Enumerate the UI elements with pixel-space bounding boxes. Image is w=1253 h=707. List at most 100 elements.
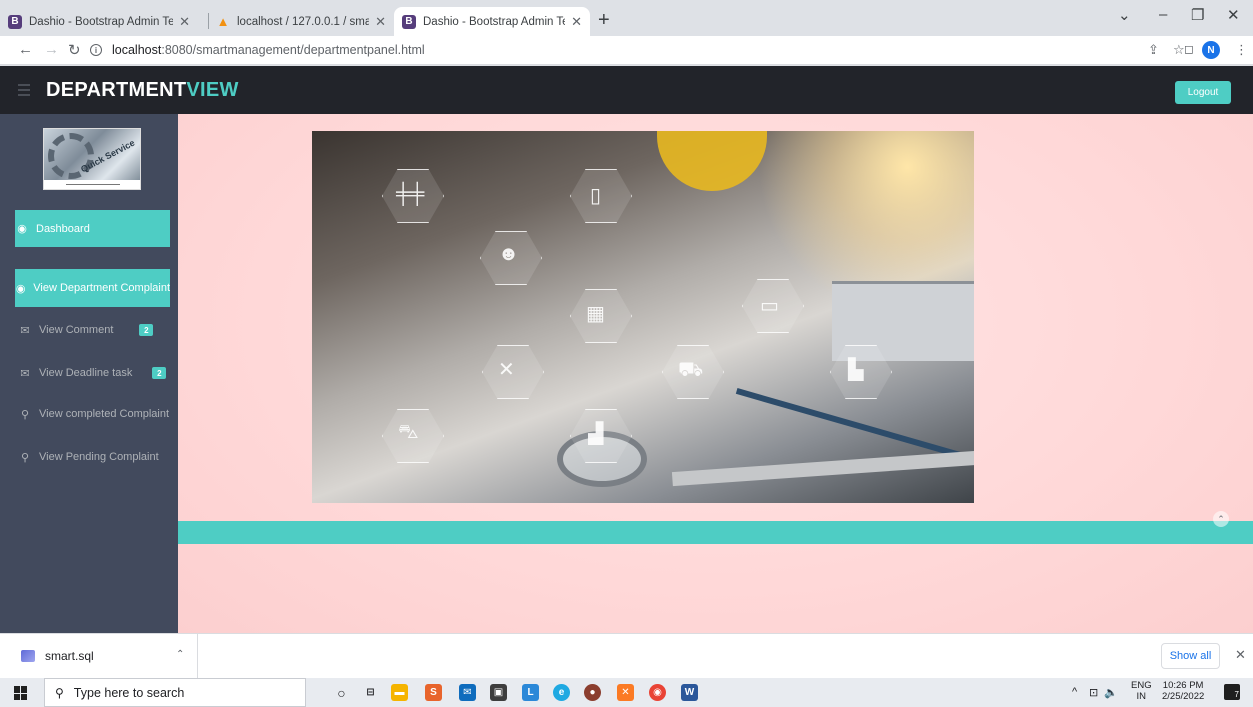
sidebar-toggle-icon[interactable] [18,84,30,99]
chevron-up-icon[interactable]: ⌃ [176,649,184,660]
browser-tab-1[interactable]: B Dashio - Bootstrap Admin Templ ✕ [0,7,198,36]
minimize-window-icon[interactable]: – [1159,6,1167,23]
chrome-icon[interactable]: ◉ [649,684,666,701]
region-code: IN [1136,691,1147,702]
sidebar-item-label: View Deadline task [39,367,133,379]
factory-icon: ▙ [848,359,864,381]
file-explorer-icon[interactable]: ▬ [391,684,408,701]
clock-date: 2/25/2022 [1162,691,1205,702]
download-bar: smart.sql ⌃ Show all ✕ [0,633,1253,678]
close-tab-icon[interactable]: ✕ [179,14,190,30]
new-tab-button[interactable]: + [598,9,610,32]
site-info-icon[interactable]: i [90,44,102,56]
browser-menu-icon[interactable]: ⋮ [1235,42,1248,58]
show-hidden-icons-chevron-icon[interactable]: ^ [1072,686,1077,698]
volume-icon[interactable]: 🔈 [1104,686,1118,699]
sidebar-item-dashboard[interactable]: ◉ Dashboard [15,210,170,247]
url-path: :8080/smartmanagement/departmentpanel.ht… [161,43,425,57]
sidebar-item-view-comment[interactable]: ✉ View Comment 2 [0,320,178,340]
tab-title: Dashio - Bootstrap Admin Templ [29,15,174,28]
notification-count: 7 [1234,690,1239,699]
notification-center-icon[interactable]: 7 [1224,684,1240,700]
map-marker-icon: ⚲ [20,451,30,464]
profile-avatar[interactable]: N [1202,41,1220,59]
sidebar-item-label: View Comment [39,324,114,336]
bootstrap-favicon-icon: B [8,14,22,29]
sidebar-item-label: Dashboard [36,222,90,235]
share-icon[interactable]: ⇪ [1148,42,1159,58]
building-icon: ▯ [590,185,602,207]
scroll-to-top-icon[interactable]: ⌃ [1213,511,1229,527]
logout-button[interactable]: Logout [1175,81,1231,104]
close-download-bar-icon[interactable]: ✕ [1235,647,1246,663]
bricks-icon: ▦ [586,303,605,325]
taskbar-search-input[interactable]: ⚲ Type here to search [44,678,306,707]
xampp-icon[interactable]: ✕ [617,684,634,701]
task-view-icon[interactable]: ⊟ [362,684,379,701]
sublime-text-icon[interactable]: S [425,684,442,701]
clock[interactable]: 10:26 PM 2/25/2022 [1162,680,1204,702]
bookmark-star-icon[interactable]: ☆ [1173,42,1185,58]
windows-start-icon[interactable] [14,686,28,700]
show-all-downloads-button[interactable]: Show all [1161,643,1220,669]
search-icon: ⚲ [55,685,64,700]
wheelbarrow-icon: ⛍ [398,421,419,443]
main-content: ╪╪ ▯ ☻ ▦ ▭ ✕ ⛟ ▙ ⛍ ▟ ⌃ [178,114,1253,633]
app-circle-icon[interactable]: ● [584,684,601,701]
blueprint-icon: ▭ [760,295,779,317]
brand-logo-text[interactable]: DEPARTMENTVIEW [46,79,239,102]
sidebar-item-view-completed-complaint[interactable]: ⚲ View completed Complaint [0,404,178,424]
phpmyadmin-favicon-icon: ▲ [216,14,230,29]
cortana-icon[interactable]: ○ [333,684,350,701]
app-l-icon[interactable]: L [522,684,539,701]
sidebar-item-label: View Pending Complaint [39,451,159,463]
browser-tab-3-active[interactable]: B Dashio - Bootstrap Admin Templ ✕ [394,7,590,36]
language-indicator[interactable]: ENG IN [1131,680,1152,702]
accent-band [178,521,1253,544]
reload-icon[interactable]: ↻ [68,41,81,59]
sidebar-item-view-deadline-task[interactable]: ✉ View Deadline task 2 [0,363,178,383]
network-icon[interactable]: ⊡ [1089,686,1098,699]
browser-tab-strip: B Dashio - Bootstrap Admin Templ ✕ ▲ loc… [0,0,1253,36]
hard-hat-graphic [657,131,767,191]
sidebar-item-view-pending-complaint[interactable]: ⚲ View Pending Complaint [0,447,178,467]
dashboard-icon: ◉ [15,282,26,295]
bootstrap-favicon-icon: B [402,14,416,29]
app-header: DEPARTMENTVIEW Logout [0,66,1253,114]
browser-tab-2[interactable]: ▲ localhost / 127.0.0.1 / smart | php ✕ [208,7,394,36]
dashboard-icon: ◉ [17,223,27,235]
url-host: localhost [112,43,162,57]
clock-time: 10:26 PM [1162,680,1204,691]
windows-taskbar: ⚲ Type here to search ○ ⊟ ▬ S ✉ ▣ L e ● … [0,678,1253,707]
close-tab-icon[interactable]: ✕ [571,14,582,30]
store-icon[interactable]: ▣ [490,684,507,701]
side-panel-icon[interactable]: ◻ [1184,42,1194,56]
close-tab-icon[interactable]: ✕ [375,14,386,30]
download-item[interactable]: smart.sql ⌃ [0,634,198,678]
word-icon[interactable]: W [681,684,698,701]
tab-search-chevron-icon[interactable]: ⌄ [1118,6,1131,24]
tab-title: localhost / 127.0.0.1 / smart | php [237,15,370,28]
forward-arrow-icon[interactable]: → [44,41,59,58]
hero-construction-image: ╪╪ ▯ ☻ ▦ ▭ ✕ ⛟ ▙ ⛍ ▟ [312,131,974,503]
close-window-icon[interactable]: ✕ [1227,6,1240,24]
back-arrow-icon[interactable]: ← [18,41,33,58]
sidebar-item-label: View completed Complaint [39,408,170,420]
address-bar[interactable]: i localhost:8080/smartmanagement/departm… [90,39,1150,61]
mail-icon[interactable]: ✉ [459,684,476,701]
truck-icon: ⛟ [678,359,704,381]
download-file-name: smart.sql [45,649,94,663]
envelope-icon: ✉ [20,324,30,337]
edge-icon[interactable]: e [553,684,570,701]
sidebar-item-label: View Department Complaint [33,282,170,294]
language-code: ENG [1131,680,1152,691]
worker-icon: ☻ [498,243,520,265]
envelope-icon: ✉ [20,367,30,380]
brand-part-2: VIEW [186,79,239,101]
restore-window-icon[interactable]: ❐ [1191,6,1204,24]
fence-icon: ╪╪ [396,183,425,205]
deadline-count-badge: 2 [152,367,167,379]
sidebar: Quick Service ◉ Dashboard ◉ View Departm… [0,114,178,633]
profile-logo-image[interactable]: Quick Service [43,128,141,190]
sidebar-item-view-department-complaint[interactable]: ◉ View Department Complaint [15,269,170,307]
